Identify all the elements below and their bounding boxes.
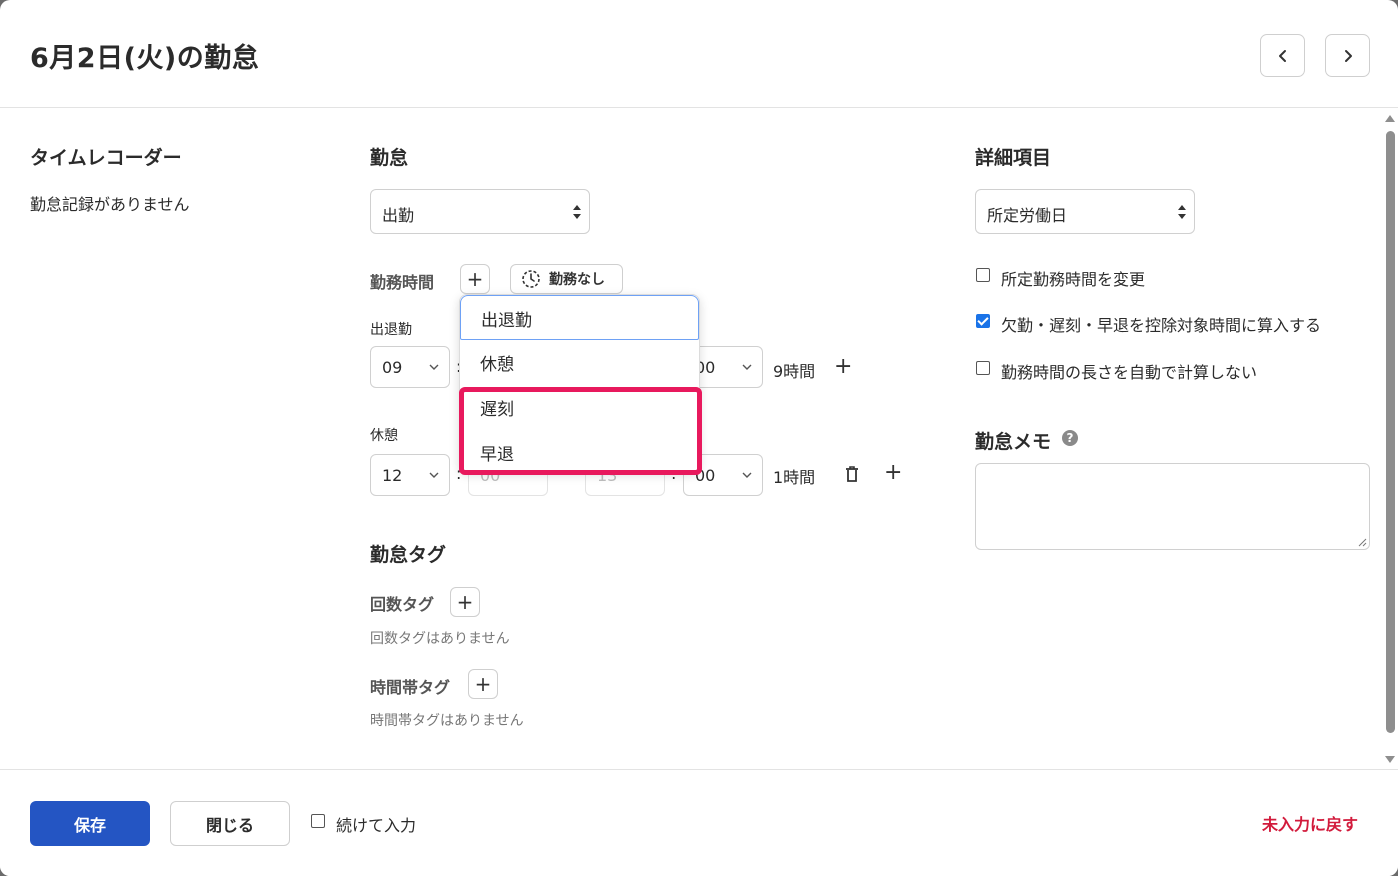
clock-duration: 9時間 <box>773 362 816 381</box>
chevron-left-icon <box>1278 49 1286 62</box>
recorder-empty-text: 勤怠記録がありません <box>30 195 190 214</box>
break-start-hour-select[interactable]: 12 <box>370 454 450 496</box>
no-work-label: 勤務なし <box>549 272 605 288</box>
add-clock-button[interactable]: + <box>834 354 852 379</box>
scroll-up-icon[interactable] <box>1385 115 1395 122</box>
dropdown-item-break[interactable]: 休憩 <box>460 340 699 385</box>
memo-heading: 勤怠メモ <box>975 431 1052 453</box>
attendance-type-value: 出勤 <box>382 206 415 225</box>
prev-day-button[interactable] <box>1260 34 1305 77</box>
day-type-select[interactable]: 所定労働日 <box>975 189 1195 234</box>
day-type-value: 所定労働日 <box>987 206 1068 225</box>
chevron-down-icon <box>742 472 752 478</box>
recorder-heading: タイムレコーダー <box>30 147 182 169</box>
scrollbar[interactable] <box>1382 109 1398 769</box>
attendance-type-select[interactable]: 出勤 <box>370 189 590 234</box>
clock-dashed-icon <box>522 270 540 288</box>
attendance-heading: 勤怠 <box>370 147 409 169</box>
count-tag-empty: 回数タグはありません <box>370 631 510 647</box>
save-button[interactable]: 保存 <box>30 801 150 846</box>
add-timeband-tag-button[interactable]: + <box>468 669 498 699</box>
plus-icon: + <box>474 672 492 696</box>
close-button[interactable]: 閉じる <box>170 801 290 846</box>
attendance-modal: 6月2日(火)の勤怠 タイムレコーダー 勤怠記録がありません 勤怠 出勤 勤務時… <box>0 0 1398 876</box>
add-work-time-button[interactable]: + <box>460 264 490 294</box>
select-arrows-icon <box>1178 205 1186 219</box>
deduction-checkbox[interactable] <box>976 314 990 328</box>
break-duration: 1時間 <box>773 468 816 487</box>
timeband-tag-empty: 時間帯タグはありません <box>370 713 524 729</box>
work-time-label: 勤務時間 <box>370 273 435 292</box>
no-auto-calc-checkbox[interactable] <box>976 361 990 375</box>
memo-textarea[interactable] <box>975 463 1370 550</box>
clock-label: 出退勤 <box>370 322 412 338</box>
plus-icon: + <box>466 267 484 291</box>
dropdown-item-clock[interactable]: 出退勤 <box>460 295 699 340</box>
clock-in-hour-select[interactable]: 09 <box>370 346 450 388</box>
no-work-button[interactable]: 勤務なし <box>510 264 623 294</box>
chevron-right-icon <box>1344 49 1352 62</box>
page-title: 6月2日(火)の勤怠 <box>30 43 260 74</box>
select-arrows-icon <box>573 205 581 219</box>
break-start-hour-value: 12 <box>382 466 403 485</box>
scrollbar-thumb[interactable] <box>1386 131 1395 733</box>
modal-header: 6月2日(火)の勤怠 <box>0 0 1398 108</box>
details-heading: 詳細項目 <box>975 147 1052 169</box>
modal-footer: 保存 閉じる 続けて入力 未入力に戻す <box>0 769 1398 876</box>
next-day-button[interactable] <box>1325 34 1370 77</box>
deduction-label: 欠勤・遅刻・早退を控除対象時間に算入する <box>1001 316 1322 335</box>
timeband-tag-label: 時間帯タグ <box>370 678 451 697</box>
plus-icon: + <box>456 590 474 614</box>
count-tag-label: 回数タグ <box>370 595 435 614</box>
chevron-down-icon <box>429 364 439 370</box>
continue-input-label: 続けて入力 <box>336 816 417 835</box>
tags-heading: 勤怠タグ <box>370 544 447 566</box>
change-scheduled-time-label: 所定勤務時間を変更 <box>1001 270 1146 289</box>
chevron-down-icon <box>742 364 752 370</box>
clock-in-hour-value: 09 <box>382 358 403 377</box>
change-scheduled-time-checkbox[interactable] <box>976 268 990 282</box>
scroll-down-icon[interactable] <box>1385 756 1395 763</box>
chevron-down-icon <box>429 472 439 478</box>
question-icon[interactable]: ? <box>1062 430 1078 446</box>
continue-input-checkbox[interactable] <box>311 814 325 828</box>
reset-link[interactable]: 未入力に戻す <box>1262 811 1358 835</box>
resize-handle-icon[interactable] <box>1358 538 1367 547</box>
no-auto-calc-label: 勤務時間の長さを自動で計算しない <box>1001 363 1258 382</box>
trash-icon[interactable] <box>844 465 860 483</box>
add-break-button[interactable]: + <box>884 460 902 485</box>
add-count-tag-button[interactable]: + <box>450 587 480 617</box>
break-label: 休憩 <box>370 428 398 444</box>
highlight-box <box>459 387 702 475</box>
